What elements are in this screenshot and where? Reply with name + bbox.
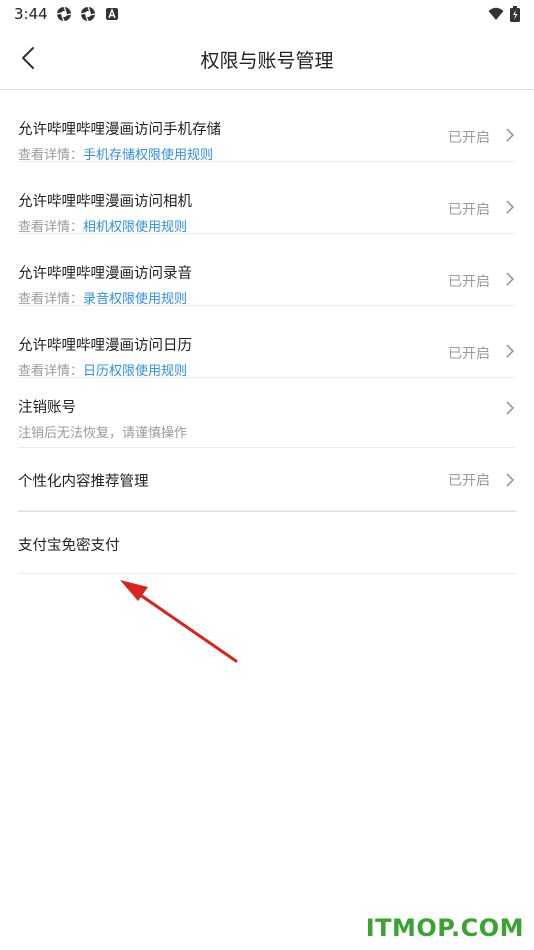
- item-title: 允许哔哩哔哩漫画访问日历: [18, 338, 192, 354]
- chevron-right-icon: [506, 473, 515, 487]
- aperture-icon: [56, 6, 71, 22]
- status-text: 已开启: [448, 130, 490, 146]
- list-item-delete-account[interactable]: 注销账号 注销后无法恢复，请谨慎操作: [18, 378, 516, 448]
- status-text: 已开启: [448, 473, 490, 489]
- chevron-right-icon: [506, 344, 515, 358]
- status-text: 已开启: [448, 202, 490, 218]
- item-subtitle: 查看详情：相机权限使用规则: [18, 216, 187, 235]
- detail-prefix: 查看详情：: [18, 220, 84, 235]
- item-title: 允许哔哩哔哩漫画访问录音: [18, 266, 192, 282]
- storage-rules-link[interactable]: 手机存储权限使用规则: [83, 148, 213, 163]
- status-text: 已开启: [448, 274, 490, 290]
- status-bar: 3:44: [0, 0, 534, 28]
- chevron-right-icon: [506, 200, 515, 214]
- chevron-right-icon: [506, 401, 515, 415]
- item-title: 允许哔哩哔哩漫画访问相机: [18, 194, 192, 210]
- list-item-storage-permission[interactable]: 允许哔哩哔哩漫画访问手机存储 查看详情：手机存储权限使用规则 已开启: [18, 90, 516, 163]
- detail-prefix: 查看详情：: [18, 292, 84, 307]
- item-subtitle: 查看详情：录音权限使用规则: [18, 288, 187, 307]
- notification-a-icon: [105, 8, 118, 20]
- chevron-right-icon: [506, 128, 515, 142]
- list-item-camera-permission[interactable]: 允许哔哩哔哩漫画访问相机 查看详情：相机权限使用规则 已开启: [18, 162, 516, 235]
- status-time: 3:44: [14, 5, 48, 23]
- item-subtitle: 注销后无法恢复，请谨慎操作: [18, 426, 188, 441]
- status-text: 已开启: [448, 346, 490, 362]
- aperture-icon: [80, 6, 95, 22]
- page-title: 权限与账号管理: [200, 50, 334, 72]
- calendar-rules-link[interactable]: 日历权限使用规则: [83, 364, 187, 379]
- microphone-rules-link[interactable]: 录音权限使用规则: [83, 292, 187, 307]
- item-subtitle: 查看详情：日历权限使用规则: [18, 360, 187, 379]
- list-item-personalized-recommendation[interactable]: 个性化内容推荐管理 已开启: [18, 448, 516, 511]
- watermark: ITMOP.COM: [365, 914, 524, 942]
- item-title: 支付宝免密支付: [18, 538, 120, 554]
- battery-icon: [510, 6, 520, 22]
- detail-prefix: 查看详情：: [18, 148, 84, 163]
- detail-prefix: 查看详情：: [18, 364, 84, 379]
- app-header: 权限与账号管理: [0, 28, 534, 90]
- item-subtitle: 查看详情：手机存储权限使用规则: [18, 144, 213, 163]
- item-title: 允许哔哩哔哩漫画访问手机存储: [18, 122, 221, 138]
- list-item-alipay-password-free[interactable]: 支付宝免密支付: [18, 511, 516, 574]
- chevron-right-icon: [506, 272, 515, 286]
- camera-rules-link[interactable]: 相机权限使用规则: [83, 220, 187, 235]
- item-title: 个性化内容推荐管理: [18, 474, 149, 490]
- settings-list: 允许哔哩哔哩漫画访问手机存储 查看详情：手机存储权限使用规则 已开启 允许哔哩哔…: [18, 90, 516, 574]
- list-item-microphone-permission[interactable]: 允许哔哩哔哩漫画访问录音 查看详情：录音权限使用规则 已开启: [18, 234, 516, 307]
- wifi-icon: [488, 7, 504, 20]
- list-item-calendar-permission[interactable]: 允许哔哩哔哩漫画访问日历 查看详情：日历权限使用规则 已开启: [18, 306, 516, 379]
- item-title: 注销账号: [18, 400, 76, 416]
